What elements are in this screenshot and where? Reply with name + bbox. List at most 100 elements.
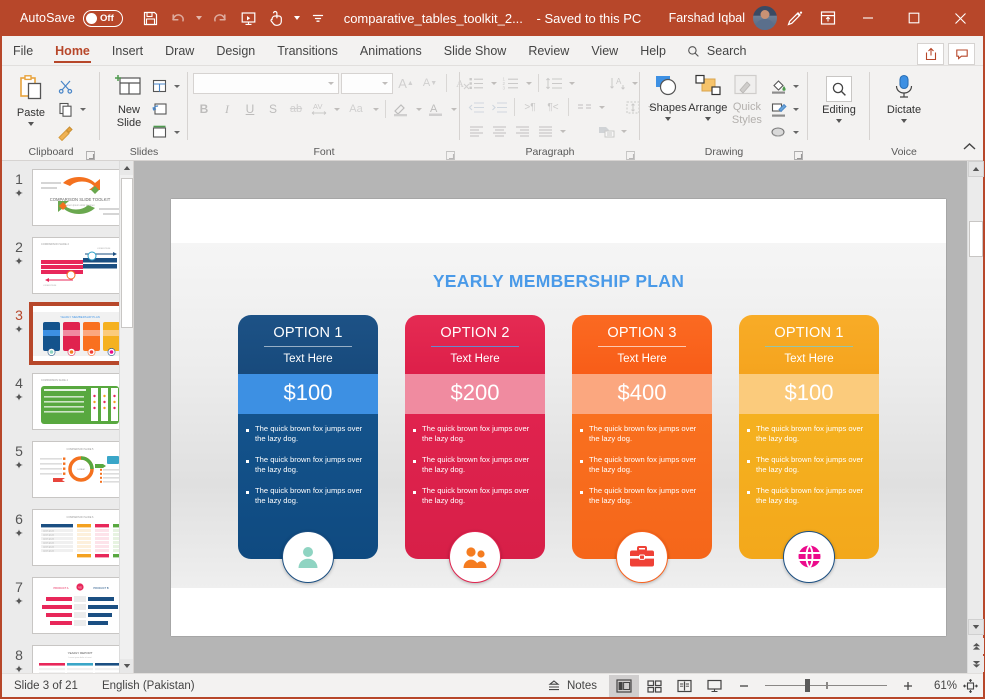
autosave-toggle[interactable]: Off — [83, 9, 124, 27]
slide-canvas[interactable]: YEARLY MEMBERSHIP PLAN OPTION 1 Text Her… — [171, 198, 946, 636]
tab-draw[interactable]: Draw — [154, 37, 205, 65]
share-button[interactable] — [917, 43, 944, 65]
text-shadow-button[interactable]: S — [262, 98, 284, 120]
tab-transitions[interactable]: Transitions — [266, 37, 349, 65]
zoom-slider[interactable] — [765, 678, 887, 692]
slide-thumbnail-image[interactable]: COMPARISON SLIDE TOOLKIT Lorem ipsum dol… — [32, 169, 126, 226]
shapes-dropdown-icon[interactable] — [664, 117, 671, 121]
arrange-button[interactable]: Arrange — [688, 72, 728, 121]
shape-effects-dropdown-icon[interactable] — [791, 121, 802, 143]
numbering-button[interactable]: 123 — [500, 72, 522, 94]
ribbon-display-options-icon[interactable] — [811, 0, 845, 36]
copy-button[interactable] — [54, 98, 76, 120]
character-spacing-dropdown-icon[interactable] — [331, 98, 342, 120]
shape-fill-dropdown-icon[interactable] — [791, 75, 802, 97]
section-button[interactable] — [148, 121, 170, 143]
document-title[interactable]: comparative_tables_toolkit_2... — [344, 11, 523, 26]
thumbnail-scrollbar-thumb[interactable] — [121, 178, 133, 328]
slide-thumbnail-image[interactable]: COMPARISON SLIDE 2 LOREM IPSUM LOREM IPS… — [32, 237, 126, 294]
decrease-indent-button[interactable] — [465, 96, 487, 118]
account-name[interactable]: Farshad Iqbal — [669, 11, 745, 25]
tab-home[interactable]: Home — [44, 37, 101, 65]
zoom-level[interactable]: 61% — [923, 680, 957, 692]
undo-dropdown-icon[interactable] — [193, 5, 205, 31]
editing-button[interactable]: Editing — [816, 74, 862, 123]
center-button[interactable] — [488, 120, 510, 142]
maximize-button[interactable] — [891, 0, 937, 36]
clipboard-dialog-launcher[interactable] — [85, 148, 96, 160]
highlight-dropdown-icon[interactable] — [413, 98, 424, 120]
ltr-button[interactable]: >¶ — [519, 96, 541, 118]
thumbnail-scroll-up-button[interactable] — [120, 161, 133, 175]
text-direction-button[interactable]: A — [606, 72, 628, 94]
canvas-scrollbar-thumb[interactable] — [969, 221, 983, 257]
collapse-ribbon-button[interactable] — [962, 140, 977, 158]
tab-insert[interactable]: Insert — [101, 37, 154, 65]
change-case-button[interactable]: Aa — [343, 98, 369, 120]
next-slide-button[interactable] — [968, 656, 984, 672]
customize-quick-access-toolbar-icon[interactable] — [305, 5, 331, 31]
slide-thumbnail-panel[interactable]: 1 ✦ COMPARISON SLIDE TOOLKIT Lorem ipsum… — [2, 161, 134, 673]
slide-sorter-button[interactable] — [639, 675, 669, 697]
canvas-scroll-down-button[interactable] — [968, 619, 984, 635]
justify-button[interactable] — [534, 120, 556, 142]
touch-mode-dropdown-icon[interactable] — [291, 5, 303, 31]
saved-state-label[interactable]: - Saved to this PC — [537, 11, 642, 26]
align-right-button[interactable] — [511, 120, 533, 142]
slide-thumbnail-1[interactable]: 1 ✦ COMPARISON SLIDE TOOLKIT Lorem ipsum… — [2, 169, 133, 237]
avatar[interactable] — [753, 6, 777, 30]
font-size-dropdown-icon[interactable] — [382, 81, 388, 85]
slide-thumbnail-5[interactable]: 5 ✦ COMPARISON SLIDE 5 LOREM — [2, 441, 133, 509]
slide-thumbnail-6[interactable]: 6 ✦ COMPARISON SLIDE 6 Lorem ipsum Lorem… — [2, 509, 133, 577]
canvas-scrollbar[interactable] — [967, 161, 984, 673]
zoom-slider-handle[interactable] — [805, 678, 811, 692]
bold-button[interactable]: B — [193, 98, 215, 120]
slide-thumbnail-7[interactable]: 7 ✦ PRODUCT A PRODUCT B VS — [2, 577, 133, 645]
slide-thumbnail-image[interactable]: PRODUCT A PRODUCT B VS — [32, 577, 126, 634]
font-name-dropdown-icon[interactable] — [328, 81, 334, 85]
slide-thumbnail-8[interactable]: 8 ✦ YEARLY REPORT Lorem ipsum dolor sit … — [2, 645, 133, 673]
autosave-control[interactable]: AutoSave Off — [20, 9, 124, 27]
touch-mouse-mode-icon[interactable] — [263, 5, 289, 31]
bullets-dropdown-icon[interactable] — [488, 72, 499, 94]
layout-dropdown-icon[interactable] — [171, 75, 182, 97]
previous-slide-button[interactable] — [968, 638, 984, 654]
text-highlight-color-button[interactable] — [390, 98, 412, 120]
canvas-scroll-up-button[interactable] — [968, 161, 984, 177]
pricing-card-4[interactable]: OPTION 1 Text Here $100 The quick brown … — [739, 314, 879, 583]
close-button[interactable] — [937, 0, 983, 36]
shape-effects-button[interactable] — [768, 121, 790, 143]
tab-slide-show[interactable]: Slide Show — [433, 37, 518, 65]
quick-styles-button[interactable]: Quick Styles — [728, 72, 766, 127]
columns-button[interactable] — [573, 96, 595, 118]
slide-title[interactable]: YEARLY MEMBERSHIP PLAN — [171, 271, 946, 292]
slide-thumbnail-image[interactable]: COMPARISON SLIDE 4 — [32, 373, 126, 430]
pricing-card-1[interactable]: OPTION 1 Text Here $100 The quick brown … — [238, 314, 378, 583]
format-painter-button[interactable] — [54, 121, 76, 143]
font-name-input[interactable] — [193, 72, 339, 94]
tab-help[interactable]: Help — [629, 37, 677, 65]
dictate-button[interactable]: Dictate — [881, 72, 927, 123]
increase-indent-button[interactable] — [488, 96, 510, 118]
zoom-slider-track[interactable] — [765, 678, 887, 692]
thumbnail-scroll-down-button[interactable] — [120, 659, 133, 673]
justify-dropdown-icon[interactable] — [557, 120, 568, 142]
new-slide-button[interactable]: New Slide — [110, 72, 148, 130]
notes-button[interactable]: Notes — [535, 674, 609, 698]
font-color-dropdown-icon[interactable] — [448, 98, 459, 120]
search-input[interactable]: Search — [677, 37, 757, 65]
decrease-font-size-button[interactable]: A ▼ — [419, 72, 441, 94]
tab-review[interactable]: Review — [517, 37, 580, 65]
increase-font-size-button[interactable]: A ▲ — [395, 72, 417, 94]
drawing-dialog-launcher[interactable] — [793, 148, 804, 160]
reset-button[interactable] — [148, 98, 170, 120]
rtl-button[interactable]: ¶< — [542, 96, 564, 118]
underline-button[interactable]: U — [239, 98, 261, 120]
font-dialog-launcher[interactable] — [445, 148, 456, 160]
strikethrough-button[interactable]: ab — [285, 98, 307, 120]
font-size-input[interactable] — [341, 72, 393, 94]
slide-thumbnail-image[interactable]: YEARLY REPORT Lorem ipsum dolor sit amet — [32, 645, 126, 673]
dictate-dropdown-icon[interactable] — [901, 119, 907, 123]
line-spacing-button[interactable] — [543, 72, 565, 94]
text-direction-dropdown-icon[interactable] — [629, 72, 640, 94]
